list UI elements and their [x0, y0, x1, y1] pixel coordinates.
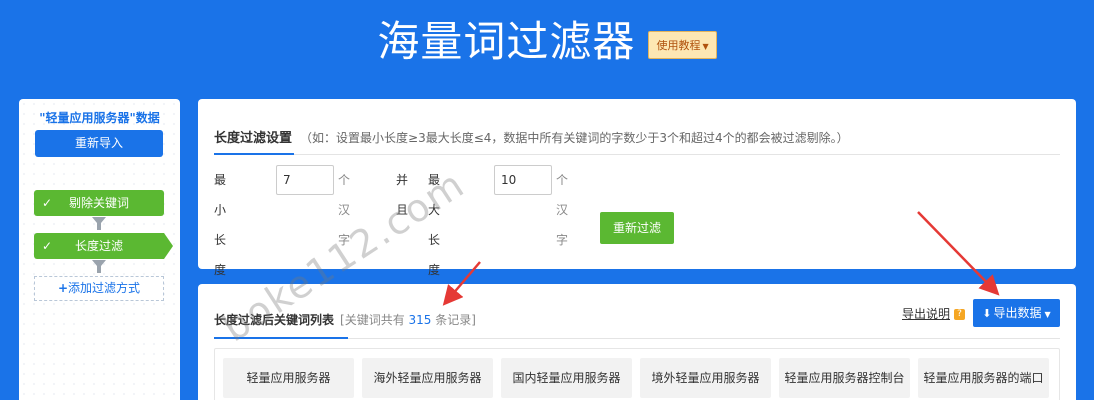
- keyword-item[interactable]: 轻量应用服务器的端口: [918, 358, 1049, 398]
- step-label: 长度过滤: [74, 239, 123, 253]
- refilter-button[interactable]: 重新过滤: [600, 212, 674, 244]
- keyword-item[interactable]: 海外轻量应用服务器: [362, 358, 493, 398]
- keyword-item[interactable]: 轻量应用服务器控制台: [779, 358, 910, 398]
- results-panel: 长度过滤后关键词列表 [关键词共有 315 条记录] 导出说明? ⬇ 导出数据 ▼ 轻…: [198, 284, 1076, 400]
- count-suffix: 条记录]: [435, 313, 476, 327]
- max-unit-label: 个汉字: [556, 173, 569, 247]
- page-header: 海量词过滤器 使用教程 ▼: [0, 10, 1094, 74]
- min-length-input[interactable]: [276, 165, 334, 195]
- keyword-item[interactable]: 国内轻量应用服务器: [501, 358, 632, 398]
- export-label: 导出数据: [993, 306, 1042, 320]
- count-prefix: [关键词共有: [340, 313, 405, 327]
- caret-down-icon: ▼: [702, 42, 709, 51]
- active-underline: [214, 153, 294, 155]
- tutorial-button[interactable]: 使用教程 ▼: [648, 31, 717, 59]
- reimport-button[interactable]: 重新导入: [35, 130, 163, 157]
- export-data-button[interactable]: ⬇ 导出数据 ▼: [973, 299, 1060, 327]
- add-filter-button[interactable]: +添加过滤方式: [34, 276, 164, 301]
- download-icon: ⬇: [982, 307, 992, 320]
- step-length-filter[interactable]: ✓ 长度过滤: [34, 233, 173, 259]
- caret-down-icon: ▼: [1044, 310, 1051, 319]
- plus-icon: +: [57, 281, 69, 295]
- funnel-icon: [92, 260, 106, 273]
- funnel-icon: [92, 217, 106, 230]
- panel-header: 长度过滤设置 （如：设置最小长度≥3最大长度≤4，数据中所有关键词的字数少于3个和…: [214, 127, 849, 146]
- count-number: 315: [408, 313, 432, 327]
- panel-title: 长度过滤设置: [214, 131, 293, 146]
- keyword-item[interactable]: 轻量应用服务器: [223, 358, 354, 398]
- panel-hint: （如：设置最小长度≥3最大长度≤4，数据中所有关键词的字数少于3个和超过4个的都…: [300, 131, 849, 145]
- record-count: [关键词共有 315 条记录]: [340, 313, 476, 327]
- step-remove-keywords[interactable]: ✓ 剔除关键词: [34, 190, 164, 216]
- page-title: 海量词过滤器: [377, 17, 636, 66]
- step-label: 剔除关键词: [68, 196, 129, 210]
- export-help-label: 导出说明: [902, 307, 951, 321]
- dataset-title: "轻量应用服务器"数据: [39, 111, 160, 125]
- keyword-item[interactable]: 境外轻量应用服务器: [640, 358, 771, 398]
- help-icon: ?: [954, 309, 966, 320]
- tutorial-label: 使用教程: [656, 39, 701, 52]
- add-filter-label: 添加过滤方式: [68, 281, 141, 295]
- divider: [214, 154, 1060, 155]
- filter-sidebar: "轻量应用服务器"数据 重新导入 ✓ 剔除关键词 ✓ 长度过滤 +添加过滤方式: [19, 99, 180, 400]
- export-help-link[interactable]: 导出说明?: [902, 305, 966, 322]
- keyword-list: 轻量应用服务器 海外轻量应用服务器 国内轻量应用服务器 境外轻量应用服务器 轻量…: [214, 348, 1060, 400]
